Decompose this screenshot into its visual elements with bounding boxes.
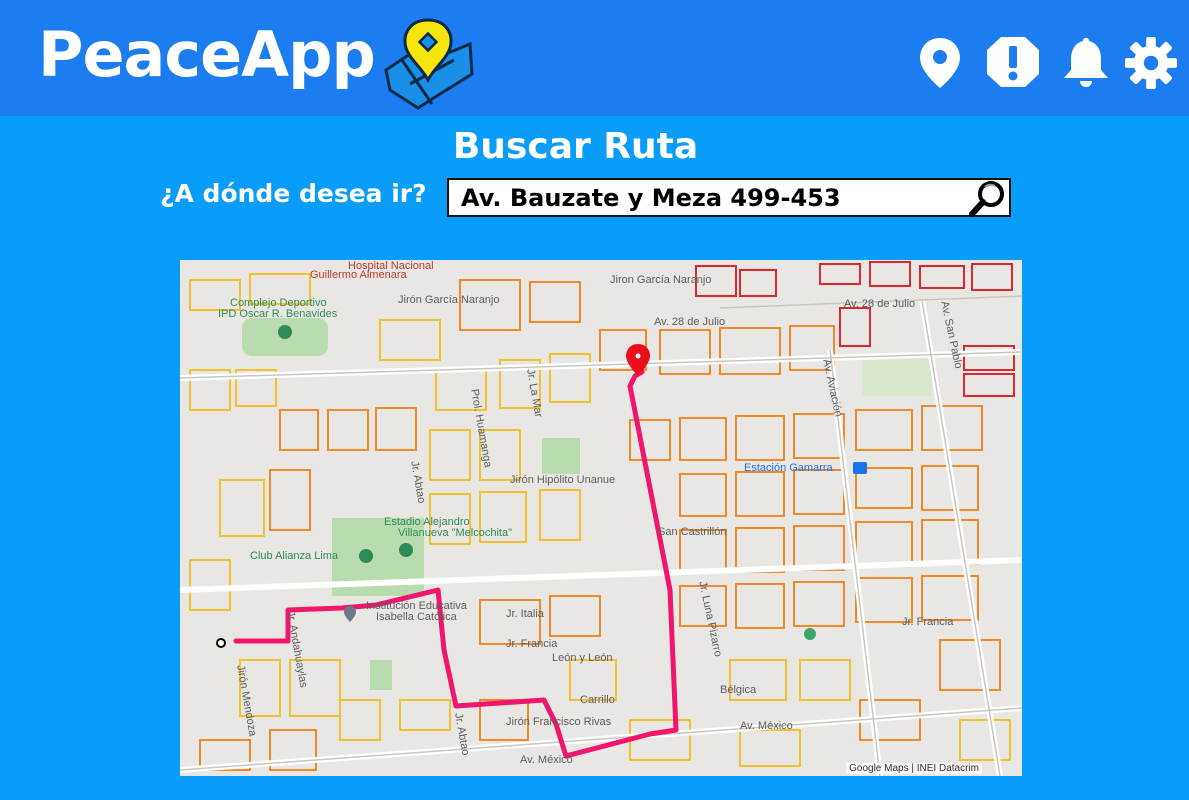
- destination-pin-icon[interactable]: [626, 344, 650, 376]
- park-area: [862, 358, 932, 396]
- map-label-leon: León y León: [552, 652, 613, 664]
- map-label-julio1: Av. 28 de Julio: [654, 316, 726, 328]
- app-name: PeaceApp: [38, 18, 376, 91]
- search-icon[interactable]: [967, 178, 1009, 220]
- map-label-belgica: Bélgica: [720, 684, 757, 696]
- destination-search-input[interactable]: [449, 180, 964, 215]
- route-map[interactable]: Hospital Nacional Guillermo Almenara Com…: [180, 260, 1022, 776]
- map-label-francia2: Jr. Francia: [902, 616, 954, 628]
- app-header: PeaceApp: [0, 0, 1189, 116]
- map-label-francia: Jr. Francia: [506, 638, 558, 650]
- gear-icon[interactable]: [1124, 36, 1178, 90]
- park-area: [542, 438, 580, 474]
- destination-prompt: ¿A dónde desea ir?: [160, 179, 427, 208]
- search-box: [447, 178, 1011, 217]
- map-attribution: Google Maps | INEI Datacrim: [846, 763, 982, 774]
- map-label-alianza: Club Alianza Lima: [250, 550, 339, 562]
- map-label-institucion2: Isabella Católica: [376, 611, 457, 623]
- route-start-marker: [216, 638, 226, 648]
- map-label-hospital2: Guillermo Almenara: [310, 269, 407, 281]
- map-label-julio2: Av. 28 de Julio: [844, 298, 916, 310]
- map-label-castrillon: San Castrillón: [658, 526, 727, 538]
- map-label-mexico2: Av. México: [740, 720, 793, 732]
- map-label-estadio2: Villanueva "Melcochita": [398, 527, 513, 539]
- map-label-garcia2: Jiron García Naranjo: [610, 274, 712, 286]
- map-label-italia: Jr. Italia: [506, 608, 544, 620]
- map-label-carrillo: Carrillo: [580, 694, 615, 706]
- alert-icon[interactable]: [985, 34, 1041, 90]
- map-label-rivas: Jirón Francisco Rivas: [506, 716, 612, 728]
- page-title: Buscar Ruta: [452, 126, 699, 167]
- map-label-ipd: IPD Oscar R. Benavides: [218, 308, 338, 320]
- location-icon[interactable]: [912, 34, 968, 90]
- map-label-mexico1: Av. México: [520, 754, 573, 766]
- park-area: [370, 660, 392, 690]
- map-label-hipolito: Jirón Hipólito Unanue: [510, 474, 616, 486]
- map-label-garcia: Jirón García Naranjo: [398, 294, 500, 306]
- peaceapp-logo-icon: [384, 18, 474, 110]
- bell-icon[interactable]: [1058, 34, 1114, 90]
- map-label-gamarra: Estación Gamarra: [744, 462, 833, 474]
